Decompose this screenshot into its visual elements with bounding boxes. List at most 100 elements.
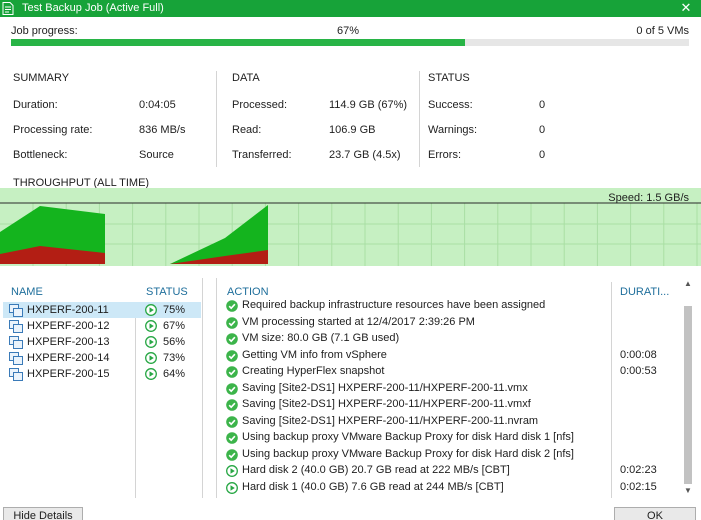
action-row[interactable]: Creating HyperFlex snapshot 0:00:53 bbox=[224, 364, 680, 380]
vm-name: HXPERF-200-15 bbox=[27, 368, 110, 380]
action-text: Required backup infrastructure resources… bbox=[242, 299, 546, 311]
running-play-icon bbox=[226, 481, 238, 494]
running-play-icon bbox=[145, 320, 157, 332]
vm-progress: 64% bbox=[163, 368, 186, 380]
running-play-icon bbox=[145, 304, 157, 316]
data-value-transferred: 23.7 GB (4.5x) bbox=[329, 149, 401, 161]
job-progress-label: Job progress: bbox=[11, 25, 78, 37]
action-row[interactable]: Using backup proxy VMware Backup Proxy f… bbox=[224, 430, 680, 446]
success-check-icon bbox=[226, 432, 238, 444]
vm-icon bbox=[9, 368, 23, 381]
title-bar: Test Backup Job (Active Full) ✕ bbox=[0, 0, 701, 17]
success-check-icon bbox=[226, 349, 238, 362]
vm-progress: 75% bbox=[163, 304, 186, 316]
data-key-transferred: Transferred: bbox=[232, 149, 292, 161]
action-text: Hard disk 1 (40.0 GB) 7.6 GB read at 244… bbox=[242, 480, 504, 493]
action-text: Using backup proxy VMware Backup Proxy f… bbox=[242, 431, 574, 443]
summary-key-rate: Processing rate: bbox=[13, 124, 93, 136]
action-row[interactable]: Saving [Site2-DS1] HXPERF-200-11/HXPERF-… bbox=[224, 381, 680, 397]
action-duration: 0:02:15 bbox=[620, 480, 657, 493]
vm-icon bbox=[9, 320, 23, 333]
divider bbox=[216, 71, 217, 167]
action-row[interactable]: Hard disk 1 (40.0 GB) 7.6 GB read at 244… bbox=[224, 480, 680, 496]
success-check-icon bbox=[226, 448, 238, 461]
vm-count: 0 of 5 VMs bbox=[636, 25, 689, 37]
action-text: Getting VM info from vSphere bbox=[242, 348, 387, 361]
running-play-icon bbox=[145, 352, 157, 364]
hide-details-button[interactable]: Hide Details bbox=[3, 507, 83, 520]
vm-icon bbox=[9, 304, 23, 317]
action-duration: 0:00:53 bbox=[620, 365, 657, 377]
action-text: VM processing started at 12/4/2017 2:39:… bbox=[242, 315, 475, 328]
success-check-icon bbox=[226, 399, 238, 411]
status-key-success: Success: bbox=[428, 99, 473, 111]
data-value-read: 106.9 GB bbox=[329, 124, 376, 136]
action-row[interactable]: Saving [Site2-DS1] HXPERF-200-11/HXPERF-… bbox=[224, 414, 680, 430]
summary-value-bottleneck: Source bbox=[139, 149, 174, 161]
vm-row[interactable]: HXPERF-200-11 75% bbox=[3, 302, 201, 318]
divider bbox=[419, 71, 420, 167]
ok-button[interactable]: OK bbox=[614, 507, 696, 520]
success-check-icon bbox=[226, 316, 238, 329]
success-check-icon bbox=[226, 382, 238, 395]
job-progress: Job progress: 67% 0 of 5 VMs bbox=[0, 17, 701, 63]
status-value-success: 0 bbox=[539, 99, 546, 111]
summary-heading: SUMMARY bbox=[13, 72, 70, 84]
vm-name: HXPERF-200-13 bbox=[27, 336, 110, 348]
data-key-processed: Processed: bbox=[232, 99, 288, 111]
status-value-errors: 0 bbox=[539, 149, 546, 161]
action-list-scrollbar[interactable]: ▲ ▼ bbox=[682, 278, 694, 497]
action-row[interactable]: VM size: 80.0 GB (7.1 GB used) bbox=[224, 331, 680, 347]
action-row[interactable]: Getting VM info from vSphere 0:00:08 bbox=[224, 348, 680, 364]
action-text: Using backup proxy VMware Backup Proxy f… bbox=[242, 447, 574, 460]
action-column-header[interactable]: ACTION bbox=[227, 286, 269, 298]
action-text: Hard disk 2 (40.0 GB) 20.7 GB read at 22… bbox=[242, 464, 510, 476]
summary-value-rate: 836 MB/s bbox=[139, 124, 186, 136]
action-text: VM size: 80.0 GB (7.1 GB used) bbox=[242, 332, 400, 344]
speed-readout: Speed: 1.5 GB/s bbox=[608, 192, 689, 204]
job-progress-bar bbox=[11, 39, 689, 46]
status-key-errors: Errors: bbox=[428, 149, 461, 161]
vm-name-column-header[interactable]: NAME bbox=[11, 286, 43, 298]
action-row[interactable]: Hard disk 2 (40.0 GB) 20.7 GB read at 22… bbox=[224, 463, 680, 479]
action-duration: 0:00:08 bbox=[620, 348, 657, 361]
action-row[interactable]: VM processing started at 12/4/2017 2:39:… bbox=[224, 315, 680, 331]
data-key-read: Read: bbox=[232, 124, 262, 136]
vm-icon bbox=[9, 352, 23, 365]
action-row[interactable]: Saving [Site2-DS1] HXPERF-200-11/HXPERF-… bbox=[224, 397, 680, 413]
document-icon bbox=[2, 2, 14, 15]
close-button[interactable]: ✕ bbox=[671, 0, 701, 17]
running-play-icon bbox=[145, 368, 157, 380]
success-check-icon bbox=[226, 366, 238, 378]
running-play-icon bbox=[145, 336, 157, 348]
vm-row[interactable]: HXPERF-200-15 64% bbox=[3, 366, 201, 382]
scroll-down-arrow-icon[interactable]: ▼ bbox=[682, 485, 694, 497]
job-progress-bar-fill bbox=[11, 39, 466, 46]
summary-key-bottleneck: Bottleneck: bbox=[13, 149, 68, 161]
data-heading: DATA bbox=[232, 72, 260, 84]
stats-panel: SUMMARY Duration: 0:04:05 Processing rat… bbox=[0, 63, 701, 173]
action-row[interactable]: Required backup infrastructure resources… bbox=[224, 298, 680, 314]
duration-column-header[interactable]: DURATI... bbox=[620, 286, 669, 298]
vm-row[interactable]: HXPERF-200-14 73% bbox=[3, 350, 201, 366]
action-text: Saving [Site2-DS1] HXPERF-200-11/HXPERF-… bbox=[242, 414, 539, 427]
running-play-icon bbox=[226, 465, 238, 477]
vm-progress: 56% bbox=[163, 336, 186, 348]
scroll-up-arrow-icon[interactable]: ▲ bbox=[682, 278, 694, 290]
vm-row[interactable]: HXPERF-200-13 56% bbox=[3, 334, 201, 350]
summary-key-duration: Duration: bbox=[13, 99, 58, 111]
divider bbox=[216, 278, 217, 498]
action-duration: 0:02:23 bbox=[620, 464, 657, 476]
vm-row[interactable]: HXPERF-200-12 67% bbox=[3, 318, 201, 334]
action-text: Saving [Site2-DS1] HXPERF-200-11/HXPERF-… bbox=[242, 398, 531, 410]
vm-status-column-header[interactable]: STATUS bbox=[146, 286, 188, 298]
success-check-icon bbox=[226, 333, 238, 345]
vm-progress: 73% bbox=[163, 352, 186, 364]
vm-name: HXPERF-200-11 bbox=[27, 304, 109, 316]
scrollbar-thumb[interactable] bbox=[684, 306, 692, 484]
success-check-icon bbox=[226, 415, 238, 428]
action-text: Saving [Site2-DS1] HXPERF-200-11/HXPERF-… bbox=[242, 381, 528, 394]
action-row[interactable]: Using backup proxy VMware Backup Proxy f… bbox=[224, 447, 680, 463]
window-title: Test Backup Job (Active Full) bbox=[22, 2, 164, 14]
status-key-warnings: Warnings: bbox=[428, 124, 478, 136]
